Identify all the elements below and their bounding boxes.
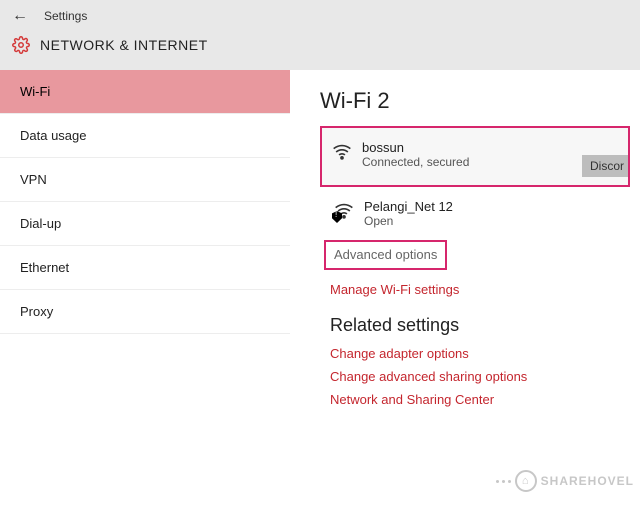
manage-wifi-link[interactable]: Manage Wi-Fi settings	[330, 282, 640, 297]
window-title: Settings	[44, 9, 87, 23]
watermark: ⌂ SHAREHOVEL	[496, 470, 634, 492]
shield-warning-icon	[332, 211, 342, 223]
wifi-signal-icon	[332, 142, 352, 162]
sidebar: Wi-Fi Data usage VPN Dial-up Ethernet Pr…	[0, 70, 290, 512]
sidebar-item-data-usage[interactable]: Data usage	[0, 114, 290, 158]
connected-ssid: bossun	[362, 140, 469, 155]
link-adapter-options[interactable]: Change adapter options	[330, 346, 640, 361]
main-panel: Wi-Fi 2 bossun Connected, secured Discor	[290, 70, 640, 512]
available-network-row[interactable]: Pelangi_Net 12 Open	[320, 191, 640, 232]
advanced-options-highlight: Advanced options	[324, 240, 447, 270]
sidebar-item-dialup[interactable]: Dial-up	[0, 202, 290, 246]
sidebar-item-proxy[interactable]: Proxy	[0, 290, 290, 334]
connected-network-card[interactable]: bossun Connected, secured Discor	[320, 126, 630, 187]
advanced-options-link[interactable]: Advanced options	[334, 247, 437, 262]
sidebar-item-wifi[interactable]: Wi-Fi	[0, 70, 290, 114]
wifi-open-icon	[334, 201, 354, 221]
available-ssid: Pelangi_Net 12	[364, 199, 453, 214]
sidebar-item-vpn[interactable]: VPN	[0, 158, 290, 202]
page-title: Wi-Fi 2	[320, 88, 640, 114]
back-icon[interactable]: ←	[12, 7, 28, 25]
disconnect-button[interactable]: Discor	[582, 155, 628, 177]
link-network-sharing-center[interactable]: Network and Sharing Center	[330, 392, 640, 407]
connected-status: Connected, secured	[362, 155, 469, 169]
available-status: Open	[364, 214, 453, 228]
section-title: NETWORK & INTERNET	[40, 37, 208, 53]
settings-header: ← Settings NETWORK & INTERNET	[0, 0, 640, 70]
related-heading: Related settings	[330, 315, 640, 336]
gear-icon	[12, 36, 30, 54]
link-advanced-sharing[interactable]: Change advanced sharing options	[330, 369, 640, 384]
sidebar-item-ethernet[interactable]: Ethernet	[0, 246, 290, 290]
